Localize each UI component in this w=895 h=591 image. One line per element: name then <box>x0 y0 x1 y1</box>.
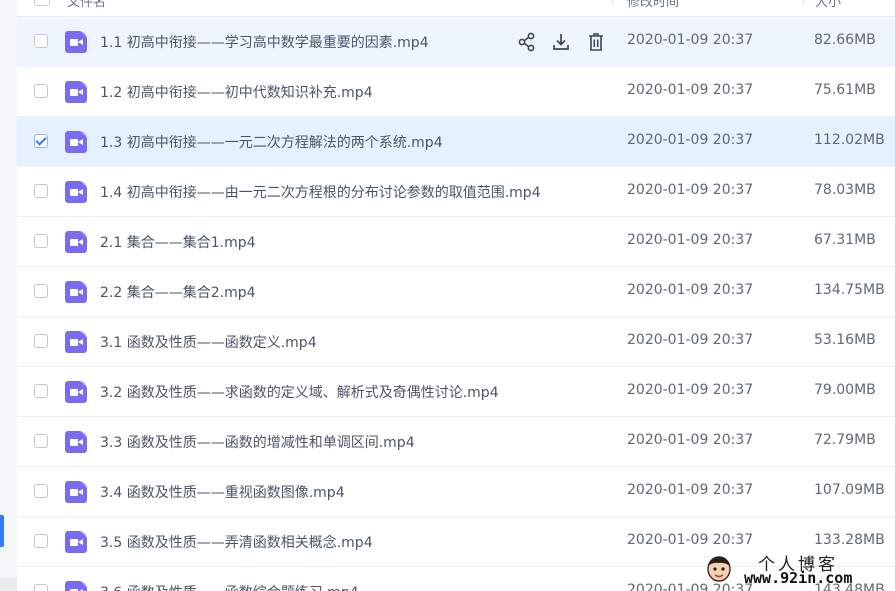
file-name[interactable]: 3.1 函数及性质——函数定义.mp4 <box>100 332 317 352</box>
file-checkbox[interactable] <box>34 234 48 248</box>
file-name[interactable]: 1.1 初高中衔接——学习高中数学最重要的因素.mp4 <box>100 32 429 52</box>
file-list-header: 文件名 修改时间 大小 <box>17 0 895 17</box>
share-icon[interactable] <box>517 31 537 53</box>
file-modified-time: 2020-01-09 20:37 <box>627 482 754 498</box>
file-name[interactable]: 1.3 初高中衔接——一元二次方程解法的两个系统.mp4 <box>100 132 443 152</box>
file-size: 78.03MB <box>814 182 876 198</box>
file-row[interactable]: 2.1 集合——集合1.mp4 2020-01-09 20:37 67.31MB <box>17 217 895 267</box>
file-name[interactable]: 1.4 初高中衔接——由一元二次方程根的分布讨论参数的取值范围.mp4 <box>100 182 541 202</box>
file-name[interactable]: 3.6 函数及性质——函数综合题练习.mp4 <box>100 582 359 591</box>
file-row[interactable]: 3.4 函数及性质——重视函数图像.mp4 2020-01-09 20:37 107… <box>17 467 895 517</box>
video-file-icon <box>65 181 87 203</box>
file-name[interactable]: 3.3 函数及性质——函数的增减性和单调区间.mp4 <box>100 432 415 452</box>
file-name[interactable]: 3.4 函数及性质——重视函数图像.mp4 <box>100 482 345 502</box>
video-file-icon <box>65 481 87 503</box>
file-modified-time: 2020-01-09 20:37 <box>627 232 754 248</box>
delete-icon[interactable] <box>586 31 606 53</box>
file-list: 文件名 修改时间 大小 1.1 初高中衔接——学习高中数学最重要的因素.mp4 2… <box>17 0 895 591</box>
video-file-icon <box>65 531 87 553</box>
file-modified-time: 2020-01-09 20:37 <box>627 332 754 348</box>
column-header-size[interactable]: 大小 <box>815 0 841 10</box>
video-file-icon <box>65 581 87 591</box>
file-size: 79.00MB <box>814 382 876 398</box>
file-checkbox[interactable] <box>34 484 48 498</box>
file-checkbox[interactable] <box>34 184 48 198</box>
file-modified-time: 2020-01-09 20:37 <box>627 382 754 398</box>
file-size: 107.09MB <box>814 482 885 498</box>
file-size: 53.16MB <box>814 332 876 348</box>
file-name[interactable]: 2.2 集合——集合2.mp4 <box>100 282 256 302</box>
file-checkbox[interactable] <box>34 334 48 348</box>
file-row[interactable]: 3.2 函数及性质——求函数的定义域、解析式及奇偶性讨论.mp4 2020-01-… <box>17 367 895 417</box>
file-size: 112.02MB <box>814 132 885 148</box>
file-modified-time: 2020-01-09 20:37 <box>627 82 754 98</box>
file-checkbox[interactable] <box>34 284 48 298</box>
cartoon-face-icon <box>707 556 731 582</box>
file-modified-time: 2020-01-09 20:37 <box>627 32 754 48</box>
file-row[interactable]: 1.1 初高中衔接——学习高中数学最重要的因素.mp4 2020-01-09 20… <box>17 17 895 67</box>
file-checkbox[interactable] <box>34 534 48 548</box>
file-checkbox[interactable] <box>34 84 48 98</box>
file-modified-time: 2020-01-09 20:37 <box>627 532 754 548</box>
file-size: 82.66MB <box>814 32 876 48</box>
file-size: 134.75MB <box>814 282 885 298</box>
file-checkbox[interactable] <box>34 34 48 48</box>
file-modified-time: 2020-01-09 20:37 <box>627 432 754 448</box>
file-row[interactable]: 3.3 函数及性质——函数的增减性和单调区间.mp4 2020-01-09 20:… <box>17 417 895 467</box>
watermark-url: www.92in.com <box>744 569 853 587</box>
video-file-icon <box>65 131 87 153</box>
file-row[interactable]: 1.3 初高中衔接——一元二次方程解法的两个系统.mp4 2020-01-09 2… <box>17 117 895 167</box>
file-row[interactable]: 1.2 初高中衔接——初中代数知识补充.mp4 2020-01-09 20:37 7… <box>17 67 895 117</box>
video-file-icon <box>65 231 87 253</box>
file-row[interactable]: 3.1 函数及性质——函数定义.mp4 2020-01-09 20:37 53.16… <box>17 317 895 367</box>
file-size: 133.28MB <box>814 532 885 548</box>
column-divider[interactable] <box>803 0 804 4</box>
left-sidebar-strip <box>0 0 17 591</box>
file-modified-time: 2020-01-09 20:37 <box>627 282 754 298</box>
video-file-icon <box>65 81 87 103</box>
sidebar-scroll-track <box>0 578 17 591</box>
file-row[interactable]: 1.4 初高中衔接——由一元二次方程根的分布讨论参数的取值范围.mp4 2020-… <box>17 167 895 217</box>
file-name[interactable]: 3.2 函数及性质——求函数的定义域、解析式及奇偶性讨论.mp4 <box>100 382 499 402</box>
file-checkbox[interactable] <box>34 434 48 448</box>
column-divider[interactable] <box>612 0 613 4</box>
video-file-icon <box>65 331 87 353</box>
video-file-icon <box>65 31 87 53</box>
file-modified-time: 2020-01-09 20:37 <box>627 182 754 198</box>
file-row[interactable]: 2.2 集合——集合2.mp4 2020-01-09 20:37 134.75MB <box>17 267 895 317</box>
select-all-checkbox[interactable] <box>34 0 50 6</box>
file-size: 72.79MB <box>814 432 876 448</box>
file-size: 75.61MB <box>814 82 876 98</box>
watermark-logo: 个人博客 www.92in.com <box>700 548 890 590</box>
file-name[interactable]: 2.1 集合——集合1.mp4 <box>100 232 256 252</box>
file-checkbox[interactable] <box>34 584 48 591</box>
file-name[interactable]: 1.2 初高中衔接——初中代数知识补充.mp4 <box>100 82 373 102</box>
file-checkbox[interactable] <box>34 134 48 148</box>
file-checkbox[interactable] <box>34 384 48 398</box>
video-file-icon <box>65 381 87 403</box>
column-header-name[interactable]: 文件名 <box>67 0 106 10</box>
download-icon[interactable] <box>551 31 571 53</box>
video-file-icon <box>65 431 87 453</box>
video-file-icon <box>65 281 87 303</box>
file-modified-time: 2020-01-09 20:37 <box>627 132 754 148</box>
sidebar-active-indicator <box>0 515 4 547</box>
file-size: 67.31MB <box>814 232 876 248</box>
column-header-time[interactable]: 修改时间 <box>627 0 679 10</box>
file-name[interactable]: 3.5 函数及性质——弄清函数相关概念.mp4 <box>100 532 373 552</box>
